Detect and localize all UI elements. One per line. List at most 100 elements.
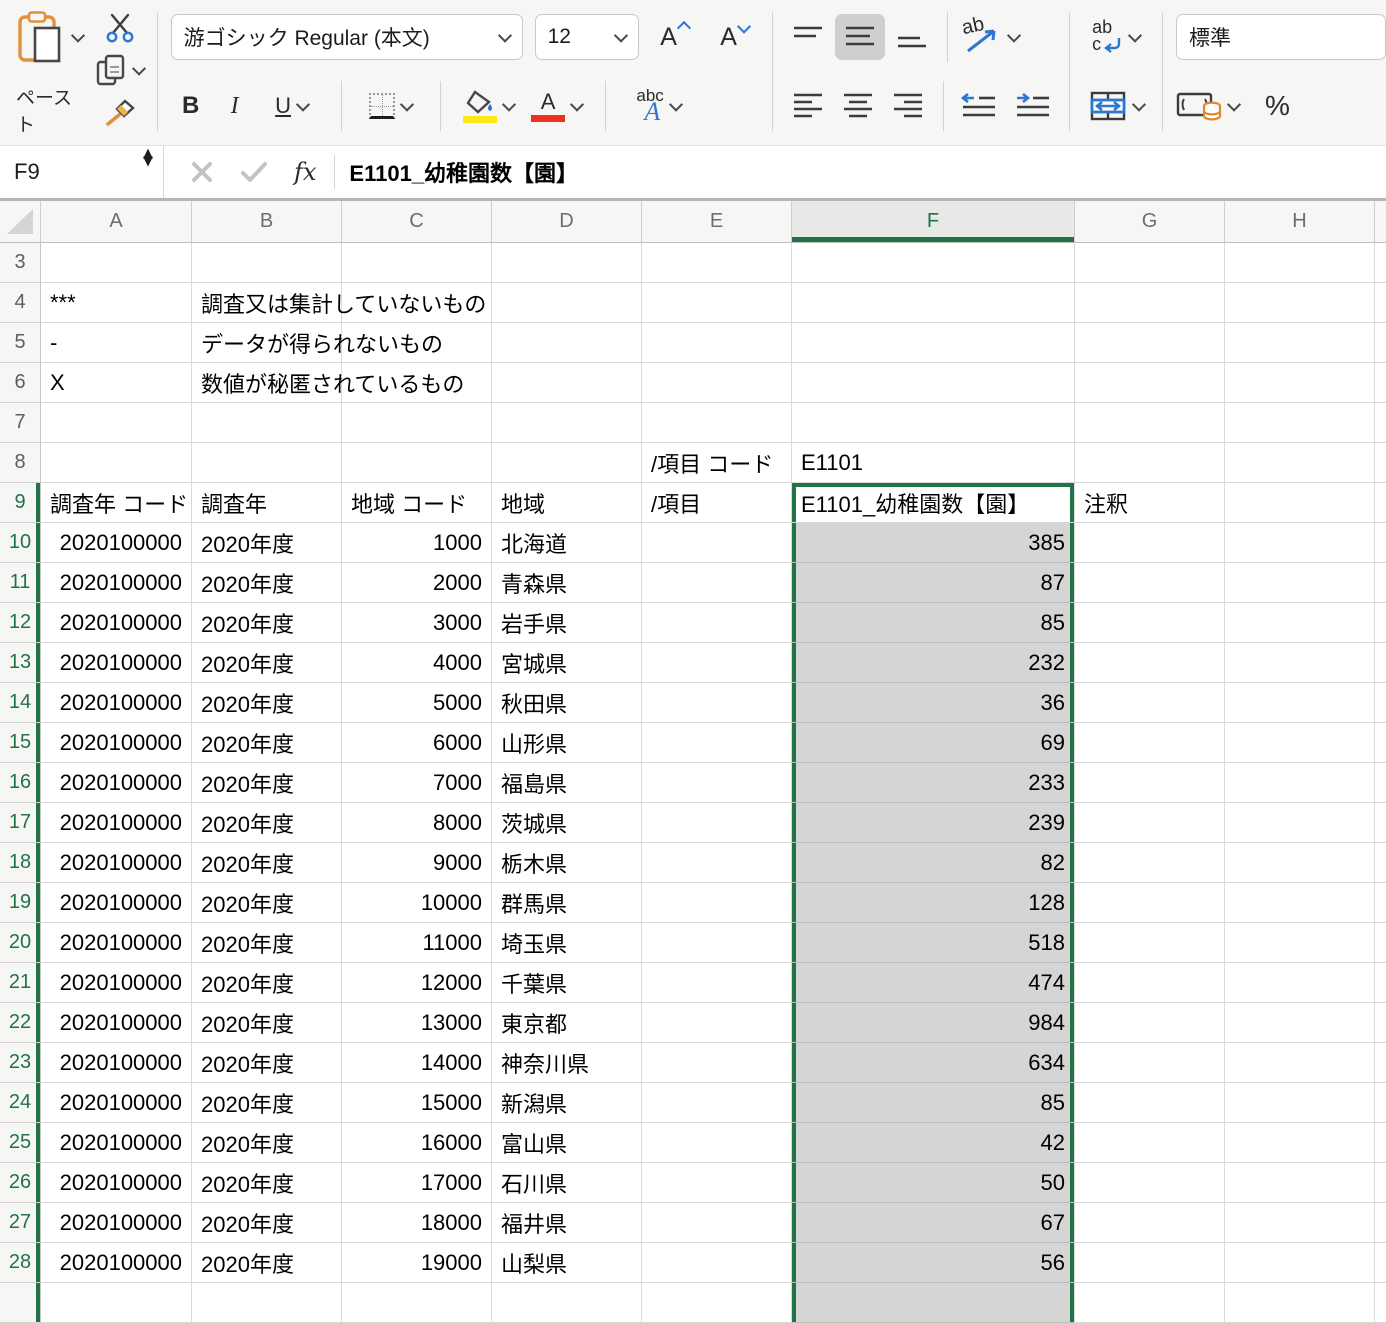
- cell[interactable]: ***: [41, 283, 192, 323]
- cell[interactable]: [1075, 1043, 1225, 1083]
- cell[interactable]: 群馬県: [492, 883, 642, 923]
- cell[interactable]: 15000: [342, 1083, 492, 1123]
- cell[interactable]: 128: [792, 883, 1075, 923]
- cell[interactable]: [642, 1003, 792, 1043]
- cell[interactable]: [642, 283, 792, 323]
- cell[interactable]: 518: [792, 923, 1075, 963]
- column-header-f[interactable]: F: [792, 201, 1075, 243]
- decrease-font-size-button[interactable]: A: [711, 23, 759, 52]
- formula-input[interactable]: E1101_幼稚園数【園】: [349, 156, 578, 188]
- row-header[interactable]: 24: [0, 1083, 41, 1123]
- cell[interactable]: 山形県: [492, 723, 642, 763]
- cell[interactable]: 17000: [342, 1163, 492, 1203]
- cell[interactable]: 36: [792, 683, 1075, 723]
- cell[interactable]: 69: [792, 723, 1075, 763]
- cell[interactable]: 2020100000: [41, 723, 192, 763]
- cell[interactable]: [642, 563, 792, 603]
- cell[interactable]: [1075, 283, 1225, 323]
- cell[interactable]: [642, 763, 792, 803]
- cell[interactable]: 2020100000: [41, 1243, 192, 1283]
- cell[interactable]: 87: [792, 563, 1075, 603]
- row-header[interactable]: 14: [0, 683, 41, 723]
- cell[interactable]: 2020100000: [41, 843, 192, 883]
- cell[interactable]: [642, 883, 792, 923]
- cell[interactable]: [1225, 1283, 1375, 1323]
- cell[interactable]: 474: [792, 963, 1075, 1003]
- cell[interactable]: 2020年度: [192, 1043, 342, 1083]
- cell[interactable]: [41, 1283, 192, 1323]
- name-box[interactable]: F9 ▲▼: [0, 146, 164, 198]
- cell[interactable]: E1101: [792, 443, 1075, 483]
- cell[interactable]: データが得られないもの: [192, 323, 342, 363]
- wrap-text-chevron[interactable]: [1130, 32, 1140, 42]
- column-header-d[interactable]: D: [492, 201, 642, 243]
- cell[interactable]: [1225, 1203, 1375, 1243]
- cell[interactable]: 調査年 コード: [41, 483, 192, 523]
- cell[interactable]: [1225, 603, 1375, 643]
- cell[interactable]: 2020年度: [192, 563, 342, 603]
- cell[interactable]: [1075, 803, 1225, 843]
- cell[interactable]: [1225, 1043, 1375, 1083]
- cell[interactable]: [1225, 403, 1375, 443]
- underline-button[interactable]: U: [259, 93, 325, 119]
- cell[interactable]: [642, 603, 792, 643]
- cell[interactable]: [342, 403, 492, 443]
- cell[interactable]: 2020年度: [192, 643, 342, 683]
- row-header[interactable]: 10: [0, 523, 41, 563]
- column-header-b[interactable]: B: [192, 201, 342, 243]
- name-box-spinner[interactable]: ▲▼: [143, 150, 153, 166]
- cell[interactable]: [1075, 843, 1225, 883]
- cell[interactable]: 2020100000: [41, 683, 192, 723]
- cell[interactable]: [642, 843, 792, 883]
- paste-dropdown-chevron[interactable]: [73, 32, 83, 42]
- cell[interactable]: 調査年: [192, 483, 342, 523]
- row-header[interactable]: 15: [0, 723, 41, 763]
- cell[interactable]: [192, 403, 342, 443]
- cell[interactable]: 8000: [342, 803, 492, 843]
- cell[interactable]: 2020年度: [192, 603, 342, 643]
- cell[interactable]: 2020年度: [192, 843, 342, 883]
- cut-button[interactable]: [95, 10, 144, 46]
- row-header[interactable]: 7: [0, 403, 41, 443]
- cell[interactable]: [1075, 1003, 1225, 1043]
- cell[interactable]: [1225, 1003, 1375, 1043]
- cell[interactable]: [792, 243, 1075, 283]
- cell[interactable]: 2020100000: [41, 963, 192, 1003]
- column-header-e[interactable]: E: [642, 201, 792, 243]
- row-header[interactable]: 12: [0, 603, 41, 643]
- text-effects-button[interactable]: abc A: [622, 89, 696, 123]
- confirm-icon[interactable]: [240, 160, 268, 184]
- cell[interactable]: [1075, 923, 1225, 963]
- increase-font-size-button[interactable]: A: [651, 23, 699, 52]
- cell[interactable]: [1075, 643, 1225, 683]
- cell[interactable]: 2020100000: [41, 1043, 192, 1083]
- cell[interactable]: [1225, 563, 1375, 603]
- bold-button[interactable]: B: [171, 92, 211, 120]
- borders-dropdown-chevron[interactable]: [402, 101, 412, 111]
- cell[interactable]: 石川県: [492, 1163, 642, 1203]
- borders-button[interactable]: [358, 93, 424, 119]
- cell[interactable]: 11000: [342, 923, 492, 963]
- cell[interactable]: 地域 コード: [342, 483, 492, 523]
- cell[interactable]: 栃木県: [492, 843, 642, 883]
- cell[interactable]: [492, 243, 642, 283]
- row-header[interactable]: 6: [0, 363, 41, 403]
- cell[interactable]: [192, 243, 342, 283]
- cell[interactable]: 232: [792, 643, 1075, 683]
- insert-function-icon[interactable]: fx: [294, 158, 316, 186]
- cell[interactable]: [1075, 963, 1225, 1003]
- underline-dropdown-chevron[interactable]: [298, 101, 308, 111]
- cell[interactable]: [492, 283, 642, 323]
- cell[interactable]: E1101_幼稚園数【園】: [792, 483, 1075, 523]
- cell[interactable]: [792, 363, 1075, 403]
- cell[interactable]: 2020年度: [192, 883, 342, 923]
- cell[interactable]: 山梨県: [492, 1243, 642, 1283]
- cell[interactable]: [642, 1123, 792, 1163]
- cell[interactable]: 385: [792, 523, 1075, 563]
- row-header[interactable]: 11: [0, 563, 41, 603]
- cell[interactable]: 新潟県: [492, 1083, 642, 1123]
- cell[interactable]: 2020100000: [41, 643, 192, 683]
- row-header[interactable]: 9: [0, 483, 41, 523]
- orientation-chevron[interactable]: [1009, 32, 1019, 42]
- cell[interactable]: 239: [792, 803, 1075, 843]
